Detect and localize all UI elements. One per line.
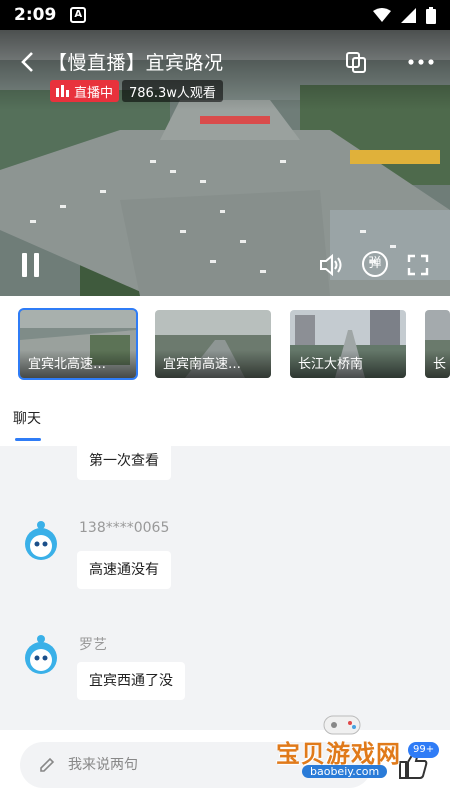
gamepad-icon: [323, 715, 361, 735]
status-bar: 2:09 A: [0, 0, 450, 30]
tab-bar: 聊天: [0, 392, 450, 446]
battery-icon: [426, 6, 436, 24]
camera-thumb-2[interactable]: 宜宾南高速…: [155, 310, 271, 378]
watermark-url: baobeiy.com: [302, 765, 388, 778]
pause-icon[interactable]: [20, 252, 42, 278]
viewer-count: 786.3w人观看: [122, 80, 223, 102]
app-root: 2:09 A 【慢直播】宜宾路况 直播中 786.3w人观看 弹 宜宾北高速… …: [0, 0, 450, 800]
user-avatar: [20, 446, 62, 448]
signal-icon: [401, 7, 416, 23]
camera-label: 长江大桥南: [290, 350, 406, 378]
live-status-badge: 直播中: [50, 80, 120, 102]
wifi-icon: [373, 7, 391, 22]
live-bars-icon: [56, 85, 69, 97]
chat-input-placeholder: 我来说两句: [68, 757, 138, 773]
live-label: 直播中: [74, 85, 114, 101]
volume-icon[interactable]: [319, 254, 343, 276]
chat-bubble: 宜宾西通了没: [77, 662, 185, 700]
camera-label: 长: [425, 350, 450, 378]
status-time: 2:09: [14, 5, 57, 25]
chat-message-list[interactable]: 第一次查看 138****0065 高速通没有 罗艺 宜宾西通了没: [0, 446, 450, 730]
camera-thumb-4[interactable]: 长: [425, 310, 450, 378]
danmu-toggle-button[interactable]: 弹: [362, 251, 388, 277]
back-arrow-icon[interactable]: [14, 48, 42, 76]
pip-window-icon[interactable]: [344, 50, 368, 74]
user-avatar: [25, 635, 57, 674]
watermark-brand: 宝贝游戏网: [276, 740, 401, 768]
chat-username: 138****0065: [79, 520, 170, 536]
tab-active-indicator: [15, 438, 41, 441]
camera-thumb-3[interactable]: 长江大桥南: [290, 310, 406, 378]
live-video-player[interactable]: 【慢直播】宜宾路况 直播中 786.3w人观看 弹: [0, 30, 450, 296]
chat-username: 罗艺: [79, 637, 107, 653]
chat-bubble: 第一次查看: [77, 446, 171, 480]
camera-label: 宜宾北高速…: [20, 350, 136, 378]
status-icons: [373, 6, 436, 24]
pencil-icon: [40, 757, 55, 772]
chat-bubble: 高速通没有: [77, 551, 171, 589]
user-avatar: [25, 521, 57, 560]
video-title: 【慢直播】宜宾路况: [48, 52, 224, 74]
tab-chat[interactable]: 聊天: [13, 408, 41, 428]
camera-thumb-1[interactable]: 宜宾北高速…: [18, 308, 138, 380]
notification-icon: A: [70, 7, 87, 23]
more-options-icon[interactable]: [406, 50, 436, 74]
camera-label: 宜宾南高速…: [155, 350, 271, 378]
fullscreen-icon[interactable]: [407, 254, 429, 276]
site-watermark: 宝贝游戏网 baobeiy.com: [274, 712, 424, 788]
camera-selector: 宜宾北高速… 宜宾南高速… 长江大桥南 长: [0, 296, 450, 392]
